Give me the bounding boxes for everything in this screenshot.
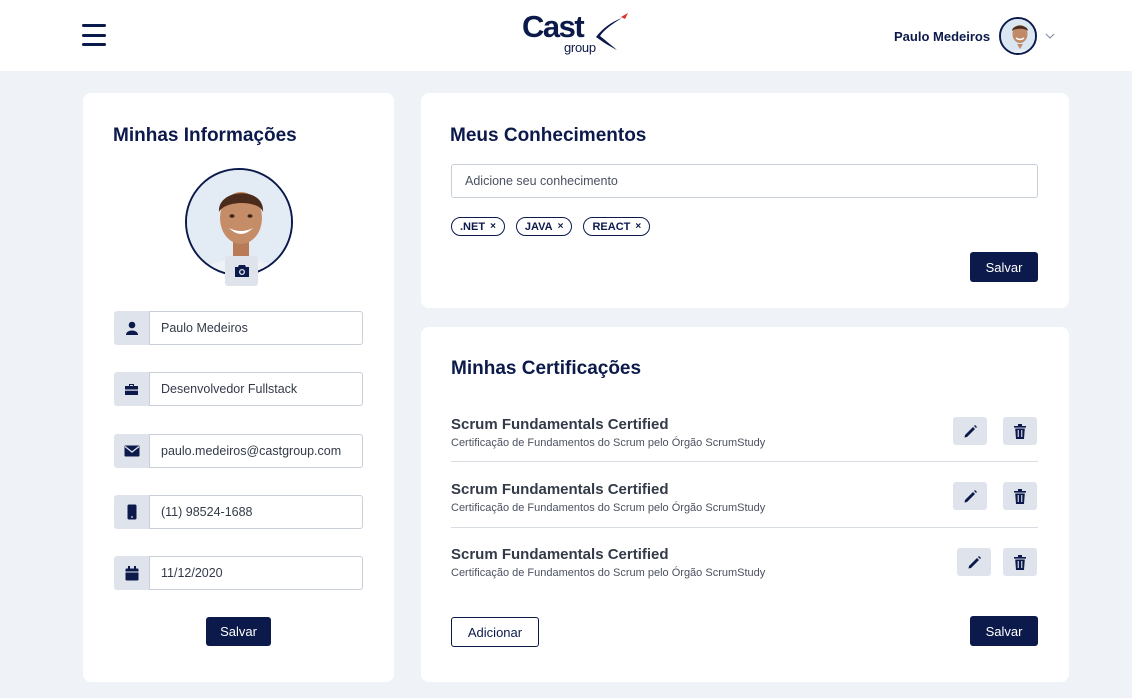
header-user-name: Paulo Medeiros (894, 28, 991, 44)
date-input[interactable] (149, 556, 363, 590)
role-field-group (114, 372, 363, 406)
logo-subtext: group (564, 40, 596, 55)
certifications-card: Minhas Certificações Scrum Fundamentals … (421, 327, 1069, 682)
skill-tag[interactable]: JAVA × (515, 217, 573, 236)
hamburger-menu-icon[interactable] (82, 24, 106, 46)
divider (451, 527, 1038, 528)
skill-tag-label: JAVA (524, 220, 553, 233)
mobile-phone-icon (114, 495, 149, 529)
name-field-group (114, 311, 363, 345)
top-header: Cast group Paulo Medeiros (0, 0, 1132, 71)
chevron-down-icon[interactable] (1045, 31, 1055, 41)
skill-input[interactable] (451, 164, 1038, 198)
certifications-card-title: Minhas Certificações (451, 358, 642, 379)
add-certification-button[interactable]: Adicionar (451, 617, 539, 647)
remove-tag-icon[interactable]: × (635, 221, 641, 232)
skills-card: Meus Conhecimentos .NET × JAVA × REACT × Sa… (421, 93, 1069, 308)
list-item: Scrum Fundamentals Certified Certificaçã… (451, 416, 1038, 482)
phone-input[interactable] (149, 495, 363, 529)
pencil-icon (968, 555, 981, 568)
skills-save-button[interactable]: Salvar (970, 252, 1038, 282)
pencil-icon (964, 489, 977, 502)
trash-icon (1014, 488, 1026, 504)
user-menu[interactable]: Paulo Medeiros (880, 15, 1055, 57)
delete-cert-button[interactable] (1003, 482, 1037, 510)
skill-tag-label: .NET (460, 220, 486, 233)
cert-title: Scrum Fundamentals Certified (451, 416, 669, 433)
trash-icon (1014, 554, 1026, 570)
profile-save-button[interactable]: Salvar (206, 617, 271, 646)
edit-cert-button[interactable] (953, 482, 987, 510)
cert-description: Certificação de Fundamentos do Scrum pel… (451, 437, 766, 449)
skill-tag-label: REACT (592, 220, 631, 233)
logo-swoosh-icon (596, 13, 628, 50)
edit-cert-button[interactable] (957, 548, 991, 576)
camera-icon (234, 265, 249, 277)
edit-cert-button[interactable] (953, 417, 987, 445)
certs-save-button[interactable]: Salvar (970, 616, 1038, 646)
role-input[interactable] (149, 372, 363, 406)
list-item: Scrum Fundamentals Certified Certificaçã… (451, 546, 1038, 612)
name-input[interactable] (149, 311, 363, 345)
skill-tag[interactable]: REACT × (583, 217, 651, 236)
email-field-group (114, 434, 363, 468)
cert-title: Scrum Fundamentals Certified (451, 546, 669, 563)
pencil-icon (964, 424, 977, 437)
skill-tags: .NET × JAVA × REACT × (451, 217, 651, 236)
cert-description: Certificação de Fundamentos do Scrum pel… (451, 502, 766, 514)
delete-cert-button[interactable] (1003, 417, 1037, 445)
change-photo-button[interactable] (225, 256, 258, 286)
skill-tag[interactable]: .NET × (451, 217, 505, 236)
phone-field-group (114, 495, 363, 529)
profile-card: Minhas Informações Paulo Medeiros Desenv… (83, 93, 394, 682)
divider (451, 461, 1038, 462)
cert-title: Scrum Fundamentals Certified (451, 481, 669, 498)
profile-card-title: Minhas Informações (113, 125, 297, 146)
logo-text: Cast (522, 9, 585, 44)
briefcase-icon (114, 372, 149, 406)
list-item: Scrum Fundamentals Certified Certificaçã… (451, 481, 1038, 547)
avatar[interactable] (999, 17, 1038, 55)
envelope-icon (114, 434, 149, 468)
user-icon (114, 311, 149, 345)
trash-icon (1014, 423, 1026, 439)
date-field-group (114, 556, 363, 590)
delete-cert-button[interactable] (1003, 548, 1037, 576)
cert-description: Certificação de Fundamentos do Scrum pel… (451, 567, 766, 579)
cast-group-logo[interactable]: Cast group (520, 8, 630, 60)
remove-tag-icon[interactable]: × (490, 221, 496, 232)
remove-tag-icon[interactable]: × (558, 221, 564, 232)
skills-card-title: Meus Conhecimentos (450, 125, 647, 146)
email-field[interactable] (149, 434, 363, 468)
calendar-icon (114, 556, 149, 590)
